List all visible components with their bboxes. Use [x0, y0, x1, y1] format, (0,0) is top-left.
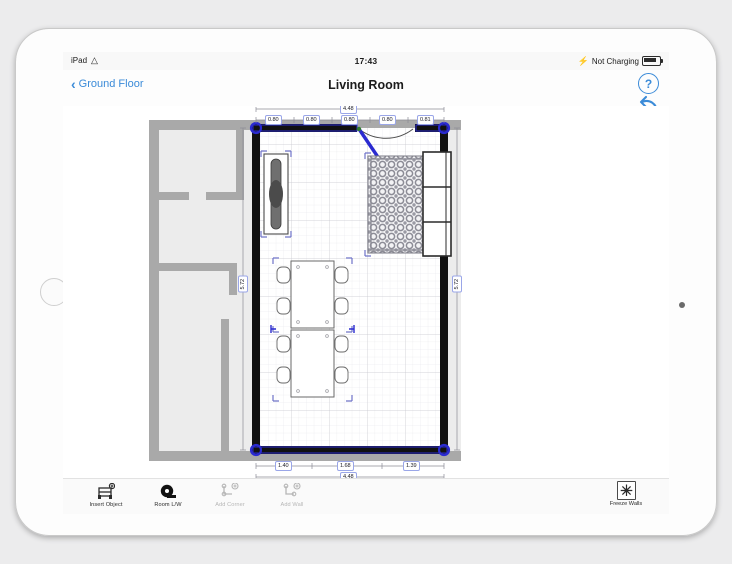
page-title: Living Room — [328, 78, 404, 92]
shelf-unit[interactable] — [422, 151, 452, 257]
tool-add-corner[interactable]: Add Corner — [199, 482, 261, 508]
dim-bottom-seg-3[interactable]: 1.39 — [403, 461, 420, 471]
tool-label: Add Corner — [215, 502, 245, 508]
dim-bottom-seg-1[interactable]: 1.40 — [275, 461, 292, 471]
tool-label: Freeze Walls — [609, 501, 643, 507]
add-corner-icon — [199, 482, 261, 501]
front-camera — [679, 302, 685, 308]
status-bar-right: ⚡ Not Charging — [577, 55, 663, 66]
ipad-device: iPad △ 17:43 ⚡ Not Charging ‹ Ground Flo… — [15, 28, 717, 536]
dim-top-seg-4[interactable]: 0.80 — [379, 115, 396, 125]
tape-measure-icon — [137, 482, 199, 501]
tool-room-lw[interactable]: Room L/W — [137, 482, 199, 508]
floor-plan-drawing — [149, 107, 461, 479]
ipad-screen: iPad △ 17:43 ⚡ Not Charging ‹ Ground Flo… — [63, 52, 669, 514]
freeze-walls-icon — [616, 481, 636, 500]
dim-bottom-seg-2[interactable]: 1.68 — [337, 461, 354, 471]
battery-status-label: Not Charging — [591, 56, 639, 66]
tool-add-wall[interactable]: Add Wall — [261, 482, 323, 508]
add-wall-icon — [261, 482, 323, 501]
tool-label: Insert Object — [89, 502, 123, 508]
bolt-icon: ⚡ — [577, 55, 589, 66]
dim-right-height[interactable]: 5.72 — [452, 276, 462, 293]
dim-top-seg-2[interactable]: 0.80 — [303, 115, 320, 125]
tool-label: Add Wall — [280, 502, 304, 508]
navigation-bar: ‹ Ground Floor Living Room ? — [63, 70, 669, 115]
rug[interactable] — [364, 152, 431, 257]
status-bar: iPad △ 17:43 ⚡ Not Charging — [63, 52, 669, 71]
tool-label: Room L/W — [154, 502, 182, 508]
floor-plan-canvas[interactable]: 4.48 0.80 0.80 0.80 0.80 0.81 1.40 1.68 … — [63, 106, 669, 479]
question-mark-circle-icon[interactable]: ? — [638, 73, 659, 94]
tool-insert-object[interactable]: Insert Object — [75, 482, 137, 508]
sofa[interactable] — [260, 150, 292, 238]
battery-icon — [642, 56, 663, 66]
bottom-toolbar: Insert Object Room L/W Add Corner Add Wa… — [63, 478, 669, 514]
dim-top-total[interactable]: 4.48 — [340, 106, 357, 114]
insert-object-icon — [75, 482, 137, 501]
dim-left-height[interactable]: 5.72 — [238, 276, 248, 293]
help-label: ? — [644, 76, 653, 91]
dim-top-seg-1[interactable]: 0.80 — [265, 115, 282, 125]
tool-freeze-walls[interactable]: Freeze Walls — [595, 481, 657, 507]
dim-top-seg-5[interactable]: 0.81 — [417, 115, 434, 125]
dim-top-seg-3[interactable]: 0.80 — [341, 115, 358, 125]
